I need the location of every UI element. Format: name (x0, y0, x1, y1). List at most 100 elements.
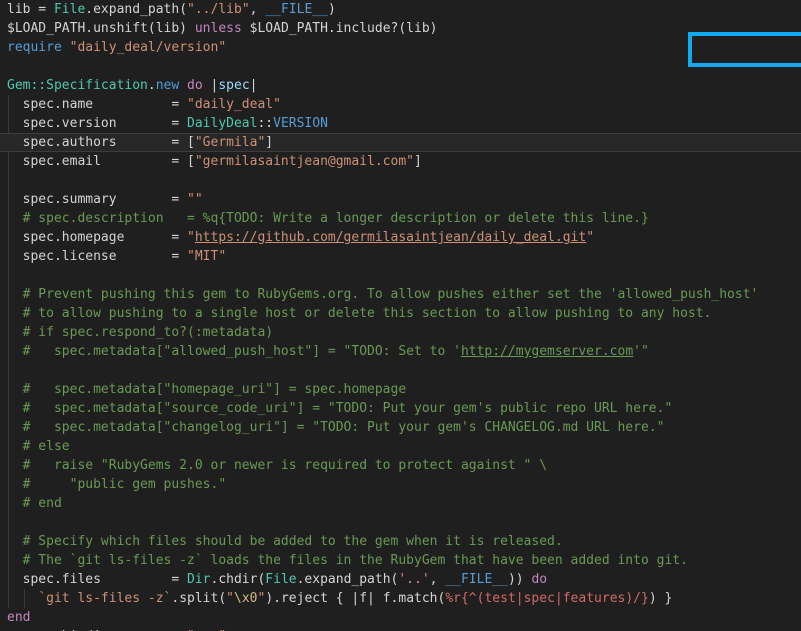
code-token: spec.version = (7, 116, 188, 131)
code-token: # spec.metadata["homepage_uri"] = spec.h… (7, 382, 407, 397)
code-token: ] (414, 154, 422, 169)
code-token: DailyDeal (187, 116, 258, 131)
code-token: \x0 (234, 591, 258, 606)
code-token: "" (187, 192, 203, 207)
code-line[interactable]: # spec.metadata["allowed_push_host"] = "… (0, 342, 801, 361)
code-token: '" (633, 344, 649, 359)
code-line[interactable]: # else (0, 437, 801, 456)
code-token: do (187, 78, 203, 93)
code-line[interactable]: # Prevent pushing this gem to RubyGems.o… (0, 285, 801, 304)
code-token: VERSION (273, 116, 328, 131)
code-token: '..' (398, 572, 430, 587)
code-line[interactable]: Gem::Specification.new do |spec| (0, 76, 801, 95)
code-token: spec.summary = (7, 192, 188, 207)
code-line[interactable] (0, 513, 801, 532)
code-line[interactable]: # end (0, 494, 801, 513)
code-lines: lib = File.expand_path("../lib", __FILE_… (0, 0, 801, 631)
code-token: __FILE__ (445, 572, 508, 587)
code-token: , (429, 572, 446, 587)
code-line[interactable]: # The `git ls-files -z` loads the files … (0, 551, 801, 570)
code-token: # spec.description = %q{TODO: Write a lo… (7, 211, 649, 226)
code-line[interactable]: # spec.description = %q{TODO: Write a lo… (0, 209, 801, 228)
code-token: spec.name = (7, 97, 188, 112)
code-token: ).reject { |f| f.match( (265, 591, 446, 606)
code-token: __FILE__ (265, 2, 328, 17)
code-token: lib = (7, 2, 54, 17)
code-line[interactable]: # to allow pushing to a single host or d… (0, 304, 801, 323)
code-line[interactable]: # spec.metadata["source_code_uri"] = "TO… (0, 399, 801, 418)
code-token: | (249, 78, 258, 93)
code-token: new (155, 78, 180, 93)
code-token: " (187, 230, 195, 245)
code-token: Dir (187, 572, 211, 587)
code-token: .expand_path( (85, 2, 188, 17)
code-token: "germilasaintjean@gmail.com" (194, 154, 414, 169)
code-token: # spec.metadata["changelog_uri"] = "TODO… (7, 420, 665, 435)
code-token: # raise "RubyGems 2.0 or newer is requir… (7, 458, 548, 473)
code-token: spec.homepage = (7, 230, 188, 245)
code-token: # Specify which files should be added to… (7, 534, 563, 549)
code-line[interactable] (0, 266, 801, 285)
code-line[interactable]: spec.version = DailyDeal::VERSION (0, 114, 801, 133)
code-line[interactable]: spec.email = ["germilasaintjean@gmail.co… (0, 152, 801, 171)
code-token: # "public gem pushes." (7, 477, 227, 492)
code-line[interactable]: # "public gem pushes." (0, 475, 801, 494)
code-line[interactable]: spec.summary = "" (0, 190, 801, 209)
code-token: do (531, 572, 548, 587)
code-token: # else (7, 439, 70, 454)
code-token: ) } (648, 591, 673, 606)
code-token: . (147, 78, 156, 93)
code-editor[interactable]: lib = File.expand_path("../lib", __FILE_… (0, 0, 801, 631)
code-token: .expand_path( (296, 572, 399, 587)
code-token: " (226, 591, 234, 606)
code-token: # Prevent pushing this gem to RubyGems.o… (7, 287, 759, 302)
code-token: # spec.metadata["allowed_push_host"] = "… (7, 344, 461, 359)
code-line[interactable]: spec.name = "daily_deal" (0, 95, 801, 114)
code-line[interactable]: # Specify which files should be added to… (0, 532, 801, 551)
code-line[interactable]: spec.bindir = "exe" (0, 627, 801, 631)
code-token: .chdir( (210, 572, 266, 587)
code-token: Gem::Specification (7, 78, 148, 93)
code-token: "Germila" (194, 135, 266, 150)
code-token: `git ls-files -z` (38, 591, 172, 606)
code-token: # spec.metadata["source_code_uri"] = "TO… (7, 401, 673, 416)
code-line[interactable]: spec.authors = ["Germila"] (0, 133, 801, 152)
code-line[interactable]: end (0, 608, 801, 627)
code-line[interactable]: spec.homepage = "https://github.com/germ… (0, 228, 801, 247)
code-token: "MIT" (187, 249, 227, 264)
code-line[interactable]: # raise "RubyGems 2.0 or newer is requir… (0, 456, 801, 475)
code-token: File (53, 2, 86, 17)
code-token: "daily_deal" (187, 97, 281, 112)
code-token: )) (507, 572, 532, 587)
selection-highlight-box (688, 32, 801, 67)
code-line[interactable]: # if spec.respond_to?(:metadata) (0, 323, 801, 342)
code-token: require (7, 40, 62, 55)
code-token: ] (265, 135, 274, 150)
code-line[interactable]: require "daily_deal/version" (0, 38, 801, 57)
code-token: spec.email = [ (7, 154, 195, 169)
code-token: :: (257, 116, 274, 131)
code-token: %r{^(test|spec|features)/} (445, 591, 649, 606)
code-line[interactable]: # spec.metadata["homepage_uri"] = spec.h… (0, 380, 801, 399)
code-token: spec.files = (7, 572, 188, 587)
code-line[interactable] (0, 57, 801, 76)
code-token: File (265, 572, 297, 587)
code-token: "../lib" (187, 2, 250, 17)
code-line[interactable]: spec.license = "MIT" (0, 247, 801, 266)
code-token: spec.authors = [ (7, 135, 195, 150)
code-line[interactable]: `git ls-files -z`.split("\x0").reject { … (0, 589, 801, 608)
code-line[interactable]: lib = File.expand_path("../lib", __FILE_… (0, 0, 801, 19)
code-line[interactable] (0, 361, 801, 380)
code-token: # if spec.respond_to?(:metadata) (7, 325, 274, 340)
code-token: , (249, 2, 266, 17)
code-line[interactable]: # spec.metadata["changelog_uri"] = "TODO… (0, 418, 801, 437)
code-token: "daily_deal/version" (69, 40, 227, 55)
code-line[interactable] (0, 171, 801, 190)
code-token: end (7, 610, 31, 625)
code-line[interactable]: $LOAD_PATH.unshift(lib) unless $LOAD_PAT… (0, 19, 801, 38)
code-token: # end (7, 496, 62, 511)
code-line[interactable]: spec.files = Dir.chdir(File.expand_path(… (0, 570, 801, 589)
